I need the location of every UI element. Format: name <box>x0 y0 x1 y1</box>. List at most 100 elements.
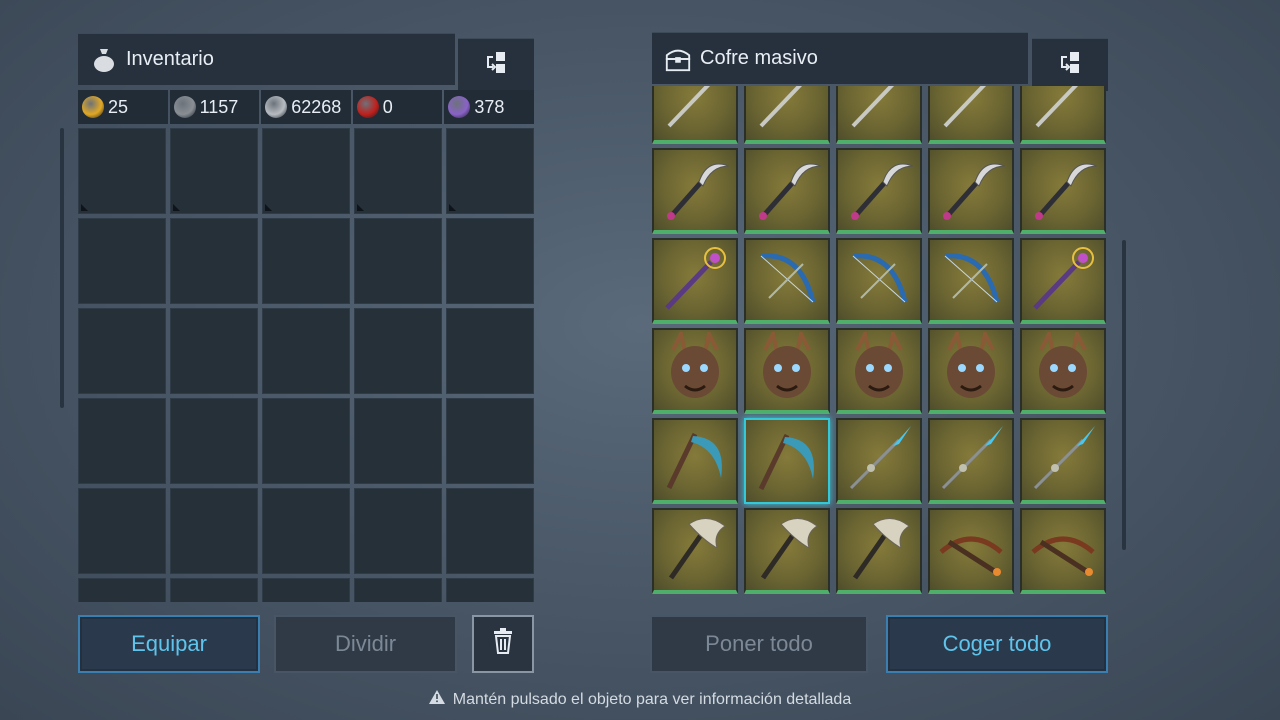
dragon-mask-icon <box>1027 327 1099 409</box>
inventory-slot[interactable] <box>446 398 534 484</box>
delete-button[interactable] <box>472 615 534 673</box>
take-all-button[interactable]: Coger todo <box>886 615 1108 673</box>
inventory-slot[interactable] <box>446 578 534 602</box>
chest-item-spear[interactable] <box>928 418 1014 504</box>
inventory-slot[interactable] <box>78 308 166 394</box>
chest-item-axe[interactable] <box>836 508 922 594</box>
currency-purple-crystal: 378 <box>444 90 534 124</box>
chest-item-dragon-mask[interactable] <box>744 327 830 414</box>
chest-item-axe[interactable] <box>652 508 738 594</box>
equip-button[interactable]: Equipar <box>78 615 260 673</box>
currency-bar: 25 1157 62268 0 378 <box>78 90 534 124</box>
chest-item-crossbow[interactable] <box>928 508 1014 594</box>
inventory-slot[interactable] <box>170 488 258 574</box>
chest-item-staff[interactable] <box>836 86 922 144</box>
split-button[interactable]: Dividir <box>274 615 457 673</box>
inventory-slot[interactable] <box>354 128 442 214</box>
inventory-slot[interactable] <box>446 218 534 304</box>
put-all-button-label: Poner todo <box>705 631 813 656</box>
bow-icon <box>751 242 823 319</box>
chest-item-crossbow[interactable] <box>1020 508 1106 594</box>
inventory-slot[interactable] <box>170 128 258 214</box>
chest-item-purple-staff[interactable] <box>1020 238 1106 324</box>
currency-value: 62268 <box>291 96 342 117</box>
chest-item-blue-scythe[interactable] <box>652 418 738 504</box>
chest-item-spear[interactable] <box>836 418 922 504</box>
inventory-header: Inventario <box>78 33 455 85</box>
inventory-slot[interactable] <box>262 488 350 574</box>
inventory-slot[interactable] <box>446 308 534 394</box>
inventory-slot[interactable] <box>170 308 258 394</box>
staff-icon <box>1027 86 1099 139</box>
chest-item-blue-scythe[interactable] <box>744 418 830 504</box>
chest-item-staff[interactable] <box>1020 86 1106 144</box>
chest-item-dragon-mask[interactable] <box>652 327 738 414</box>
inventory-slot[interactable] <box>170 218 258 304</box>
warning-icon <box>428 690 445 709</box>
inventory-slot[interactable] <box>78 488 166 574</box>
chest-item-staff[interactable] <box>652 86 738 144</box>
chest-item-scythe[interactable] <box>652 148 738 234</box>
chest-item-bow[interactable] <box>836 238 922 324</box>
bow-icon <box>935 242 1007 319</box>
chest-item-spear[interactable] <box>1020 418 1106 504</box>
put-all-button[interactable]: Poner todo <box>650 615 868 673</box>
purple-staff-icon <box>1027 242 1099 319</box>
inventory-slot[interactable] <box>446 128 534 214</box>
rune-token-icon <box>173 96 196 118</box>
axe-icon <box>751 512 823 589</box>
chest-icon <box>664 45 692 73</box>
chest-item-scythe[interactable] <box>1020 148 1106 234</box>
chest-item-purple-staff[interactable] <box>652 238 738 324</box>
inventory-title: Inventario <box>126 48 214 70</box>
inventory-slot[interactable] <box>354 398 442 484</box>
chest-scrollbar[interactable] <box>1122 240 1126 550</box>
chest-item-axe[interactable] <box>744 508 830 594</box>
blue-scythe-icon <box>751 423 823 500</box>
staff-icon <box>751 86 823 139</box>
inventory-slot[interactable] <box>262 398 350 484</box>
take-all-button-label: Coger todo <box>942 631 1052 656</box>
inventory-slot[interactable] <box>354 488 442 574</box>
inventory-slot[interactable] <box>262 308 350 394</box>
crossbow-icon <box>1027 512 1099 589</box>
chest-item-scythe[interactable] <box>928 148 1014 234</box>
inventory-slot[interactable] <box>78 218 166 304</box>
chest-swap-button[interactable] <box>1032 38 1108 91</box>
chest-item-staff[interactable] <box>928 86 1014 144</box>
split-button-label: Dividir <box>334 631 397 656</box>
scythe-icon <box>1027 152 1099 229</box>
slot-corner-marker <box>357 204 364 211</box>
axe-icon <box>843 512 915 589</box>
chest-item-scythe[interactable] <box>836 148 922 234</box>
red-emblem-icon <box>356 96 379 118</box>
slot-corner-marker <box>173 204 180 211</box>
inventory-slot[interactable] <box>170 398 258 484</box>
slot-corner-marker <box>265 204 272 211</box>
chest-header: Cofre masivo <box>652 32 1028 84</box>
inventory-slot[interactable] <box>262 128 350 214</box>
inventory-slot[interactable] <box>354 218 442 304</box>
chest-item-dragon-mask[interactable] <box>928 327 1014 414</box>
inventory-scrollbar[interactable] <box>60 128 64 408</box>
staff-icon <box>935 86 1007 139</box>
inventory-slot[interactable] <box>170 578 258 602</box>
inventory-slot[interactable] <box>354 308 442 394</box>
inventory-swap-button[interactable] <box>458 38 534 91</box>
inventory-slot[interactable] <box>78 578 166 602</box>
chest-item-dragon-mask[interactable] <box>1020 327 1106 414</box>
currency-value: 25 <box>108 96 129 117</box>
chest-item-bow[interactable] <box>928 238 1014 324</box>
swap-icon <box>483 50 509 81</box>
chest-item-scythe[interactable] <box>744 148 830 234</box>
chest-item-dragon-mask[interactable] <box>836 327 922 414</box>
inventory-slot[interactable] <box>446 488 534 574</box>
inventory-slot[interactable] <box>262 578 350 602</box>
chest-item-staff[interactable] <box>744 86 830 144</box>
slot-corner-marker <box>81 204 88 211</box>
inventory-slot[interactable] <box>78 128 166 214</box>
inventory-slot[interactable] <box>78 398 166 484</box>
inventory-slot[interactable] <box>262 218 350 304</box>
chest-item-bow[interactable] <box>744 238 830 324</box>
inventory-slot[interactable] <box>354 578 442 602</box>
